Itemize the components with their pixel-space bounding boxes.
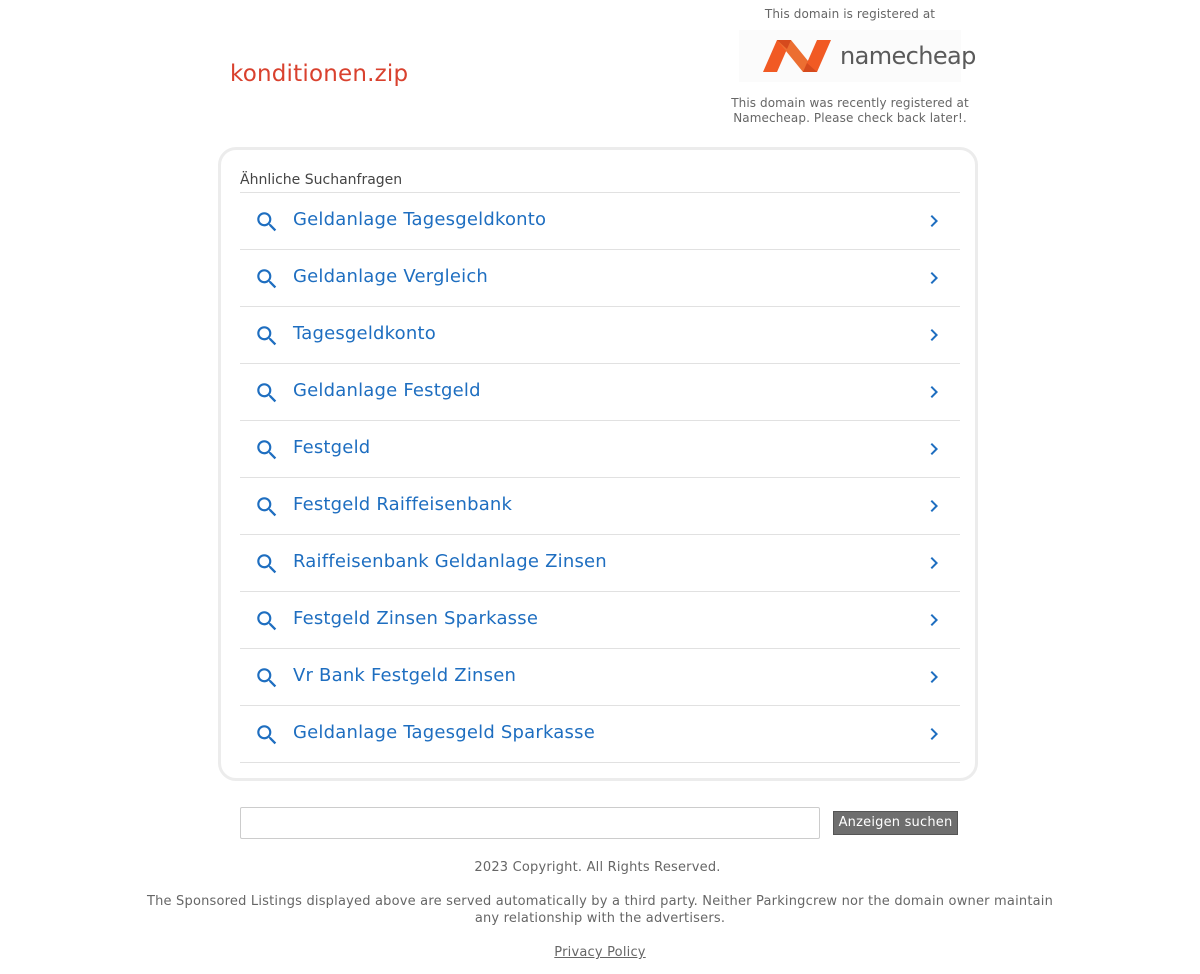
related-search-item[interactable]: Vr Bank Festgeld Zinsen xyxy=(240,649,960,706)
search-icon xyxy=(257,383,277,403)
related-search-item[interactable]: Geldanlage Festgeld xyxy=(240,364,960,421)
related-searches-panel: Ähnliche Suchanfragen Geldanlage Tagesge… xyxy=(218,147,978,781)
copyright-text: 2023 Copyright. All Rights Reserved. xyxy=(474,860,721,875)
domain-title: konditionen.zip xyxy=(230,61,409,87)
related-search-label[interactable]: Geldanlage Festgeld xyxy=(293,378,481,404)
chevron-right-icon xyxy=(930,728,938,740)
chevron-right-icon xyxy=(930,386,938,398)
related-search-item[interactable]: Festgeld Zinsen Sparkasse xyxy=(240,592,960,649)
related-search-label[interactable]: Geldanlage Tagesgeld Sparkasse xyxy=(293,720,595,746)
search-icon xyxy=(257,668,277,688)
privacy-policy-container: Privacy Policy xyxy=(0,944,1200,961)
registrar-panel: This domain is registered at namecheap T… xyxy=(718,4,982,126)
related-search-item[interactable]: Tagesgeldkonto xyxy=(240,307,960,364)
privacy-policy-link[interactable]: Privacy Policy xyxy=(554,945,645,960)
chevron-right-icon xyxy=(930,500,938,512)
search-icon xyxy=(257,554,277,574)
sponsored-disclaimer: The Sponsored Listings displayed above a… xyxy=(146,894,1054,926)
related-search-label[interactable]: Tagesgeldkonto xyxy=(293,321,436,347)
search-input[interactable] xyxy=(240,807,820,839)
search-ads-button[interactable]: Anzeigen suchen xyxy=(833,811,958,835)
related-searches-list: Geldanlage Tagesgeldkonto Geldanlage Ver… xyxy=(240,192,960,763)
chevron-right-icon xyxy=(930,215,938,227)
chevron-right-icon xyxy=(930,443,938,455)
chevron-right-icon xyxy=(930,671,938,683)
related-search-label[interactable]: Raiffeisenbank Geldanlage Zinsen xyxy=(293,549,607,575)
related-searches-heading: Ähnliche Suchanfragen xyxy=(240,172,403,188)
chevron-right-icon xyxy=(930,614,938,626)
chevron-right-icon xyxy=(930,329,938,341)
search-icon xyxy=(257,269,277,289)
related-search-label[interactable]: Festgeld Raiffeisenbank xyxy=(293,492,512,518)
search-icon xyxy=(257,611,277,631)
chevron-right-icon xyxy=(930,272,938,284)
namecheap-logo[interactable]: namecheap xyxy=(739,30,976,82)
namecheap-wordmark: namecheap xyxy=(840,42,976,70)
search-icon xyxy=(257,326,277,346)
related-search-label[interactable]: Festgeld xyxy=(293,435,370,461)
related-search-item[interactable]: Geldanlage Tagesgeldkonto xyxy=(240,193,960,250)
related-search-label[interactable]: Vr Bank Festgeld Zinsen xyxy=(293,663,516,689)
related-search-label[interactable]: Festgeld Zinsen Sparkasse xyxy=(293,606,538,632)
related-search-item[interactable]: Festgeld Raiffeisenbank xyxy=(240,478,960,535)
related-search-label[interactable]: Geldanlage Vergleich xyxy=(293,264,488,290)
search-icon xyxy=(257,497,277,517)
registrar-note: This domain was recently registered at N… xyxy=(731,96,969,125)
chevron-right-icon xyxy=(930,557,938,569)
related-search-item[interactable]: Geldanlage Tagesgeld Sparkasse xyxy=(240,706,960,763)
namecheap-mark-icon xyxy=(763,40,831,72)
registrar-intro: This domain is registered at xyxy=(764,7,936,21)
search-icon xyxy=(257,212,277,232)
related-search-item[interactable]: Geldanlage Vergleich xyxy=(240,250,960,307)
parked-domain-page: konditionen.zip This domain is registere… xyxy=(0,0,1200,974)
search-icon xyxy=(257,725,277,745)
related-search-item[interactable]: Raiffeisenbank Geldanlage Zinsen xyxy=(240,535,960,592)
search-icon xyxy=(257,440,277,460)
related-search-item[interactable]: Festgeld xyxy=(240,421,960,478)
related-search-label[interactable]: Geldanlage Tagesgeldkonto xyxy=(293,207,546,233)
